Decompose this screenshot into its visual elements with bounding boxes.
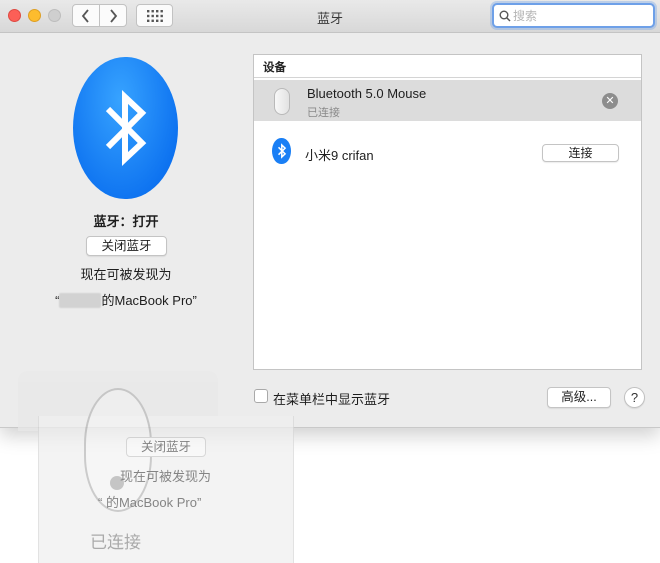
devices-list: 设备 Bluetooth 5.0 Mouse 已连接 ✕ 小米9 crifan … — [253, 54, 642, 370]
discoverable-text: 现在可被发现为 — [80, 267, 172, 282]
device-name: “的MacBook Pro” — [0, 290, 252, 309]
ghost-connected-label: 已连接 — [90, 533, 141, 552]
titlebar: 蓝牙 — [0, 0, 660, 33]
search-field[interactable] — [492, 3, 655, 28]
advanced-button[interactable]: 高级... — [547, 387, 611, 408]
connect-button[interactable]: 连接 — [542, 144, 619, 162]
redacted-username — [59, 293, 102, 308]
bluetooth-status: 蓝牙：打开 — [93, 214, 159, 229]
search-icon — [499, 10, 511, 22]
bluetooth-logo-icon — [73, 57, 178, 199]
device-row-phone[interactable]: 小米9 crifan 连接 — [254, 131, 641, 175]
apple-logo-icon — [110, 476, 124, 490]
search-input[interactable] — [513, 8, 643, 23]
device-name-label: 小米9 crifan — [305, 148, 374, 163]
ghost-card — [38, 416, 294, 563]
turn-off-bluetooth-button[interactable]: 关闭蓝牙 — [86, 236, 167, 256]
bluetooth-preferences-window: 蓝牙 蓝牙：打开 关闭蓝牙 现在可被发现为 “的MacBook Pro” 设备 … — [0, 0, 660, 428]
ghost-turn-off-button: 关闭蓝牙 — [126, 437, 206, 457]
remove-device-icon[interactable]: ✕ — [602, 93, 618, 109]
show-in-menubar-checkbox[interactable] — [254, 389, 268, 403]
ghost-discoverable-text: 现在可被发现为 — [120, 469, 212, 484]
mouse-icon — [274, 88, 290, 115]
device-name-label: Bluetooth 5.0 Mouse — [307, 86, 427, 101]
device-row-mouse[interactable]: Bluetooth 5.0 Mouse 已连接 ✕ — [254, 80, 641, 124]
device-name-suffix: 的MacBook Pro” — [101, 293, 197, 308]
help-button[interactable]: ? — [624, 387, 645, 408]
bluetooth-icon — [272, 138, 291, 164]
show-in-menubar-label[interactable]: 在菜单栏中显示蓝牙 — [273, 389, 390, 408]
devices-header: 设备 — [254, 55, 641, 78]
device-status-label: 已连接 — [307, 107, 340, 119]
ghost-device-name: “ 的MacBook Pro” — [98, 495, 202, 510]
